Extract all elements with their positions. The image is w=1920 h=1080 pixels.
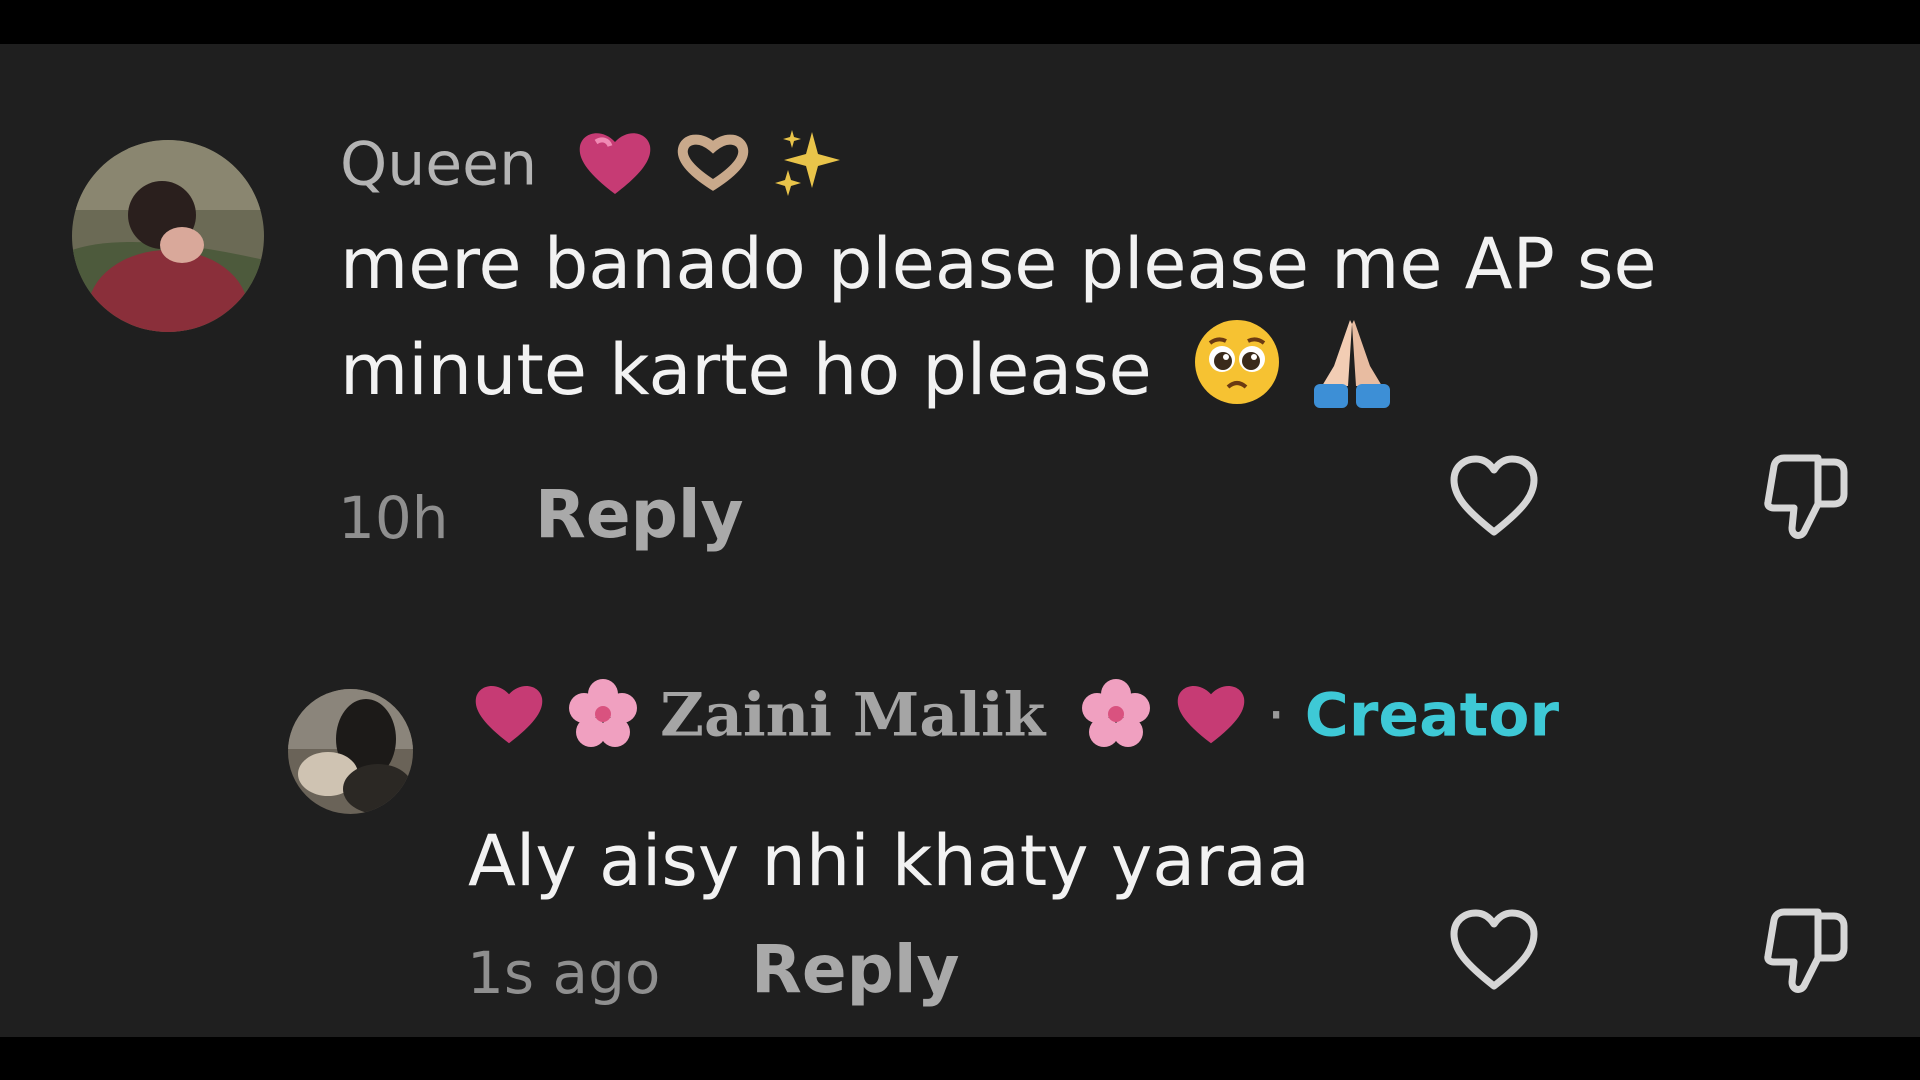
creator-name-text: Zaini Malik <box>660 680 1046 751</box>
reply-avatar[interactable] <box>288 689 413 814</box>
comment-body: mere banado please please me AP se minut… <box>340 214 1657 436</box>
pleading-face-emoji-icon <box>1192 317 1282 433</box>
heart-hands-emoji-icon <box>673 133 753 203</box>
reply-like-button[interactable] <box>1448 908 1540 998</box>
comment-line-1: mere banado please please me AP se <box>340 223 1657 305</box>
dislike-button[interactable] <box>1758 452 1850 548</box>
commenter-username[interactable]: Queen <box>340 126 846 210</box>
cherry-blossom-emoji-icon <box>1078 676 1154 762</box>
comment-line-2: minute karte ho please <box>340 314 1657 436</box>
heart-emoji-icon <box>1174 681 1248 757</box>
heart-outline-icon <box>1450 909 1538 990</box>
sparkles-emoji-icon <box>772 126 846 210</box>
thumbs-down-outline-icon <box>1764 454 1848 539</box>
heart-emoji-icon <box>576 128 654 208</box>
reply-body: Aly aisy nhi khaty yaraa <box>468 820 1310 902</box>
badge-separator: · <box>1266 680 1286 751</box>
heart-emoji-icon <box>472 681 546 757</box>
reply-username[interactable]: Zaini Malik · Creator <box>472 676 1559 762</box>
comment-timestamp: 10h <box>338 484 449 552</box>
commenter-avatar[interactable] <box>72 140 264 332</box>
like-button[interactable] <box>1448 454 1540 544</box>
folded-hands-emoji-icon <box>1304 314 1400 436</box>
cherry-blossom-emoji-icon <box>565 676 641 762</box>
comment-line-2-text: minute karte ho please <box>340 329 1152 412</box>
heart-outline-icon <box>1450 455 1538 536</box>
reply-reply-button[interactable]: Reply <box>751 931 959 1008</box>
reply-dislike-button[interactable] <box>1758 906 1850 1002</box>
comments-panel: Queen mere banado please please me AP se… <box>0 44 1920 1037</box>
username-text: Queen <box>340 129 538 200</box>
reply-timestamp: 1s ago <box>467 939 661 1007</box>
thumbs-down-outline-icon <box>1764 908 1848 993</box>
reply-button[interactable]: Reply <box>535 476 743 553</box>
creator-badge: Creator <box>1304 680 1560 751</box>
